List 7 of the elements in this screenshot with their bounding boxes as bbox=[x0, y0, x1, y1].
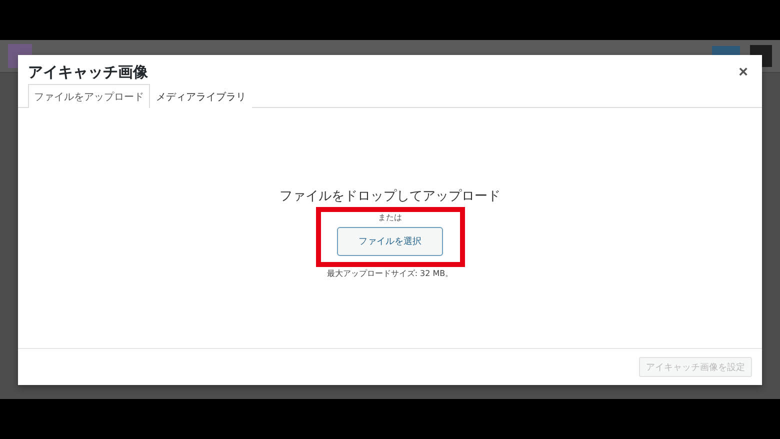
modal-title: アイキャッチ画像 bbox=[28, 63, 148, 82]
drop-heading: ファイルをドロップしてアップロード bbox=[280, 188, 500, 205]
or-text: または bbox=[378, 212, 402, 223]
close-button[interactable]: × bbox=[736, 64, 750, 82]
tab[interactable]: ファイルをアップロード bbox=[28, 84, 150, 108]
max-size-note: 最大アップロードサイズ: 32 MB。 bbox=[326, 268, 454, 279]
select-file-button[interactable]: ファイルを選択 bbox=[337, 227, 443, 256]
